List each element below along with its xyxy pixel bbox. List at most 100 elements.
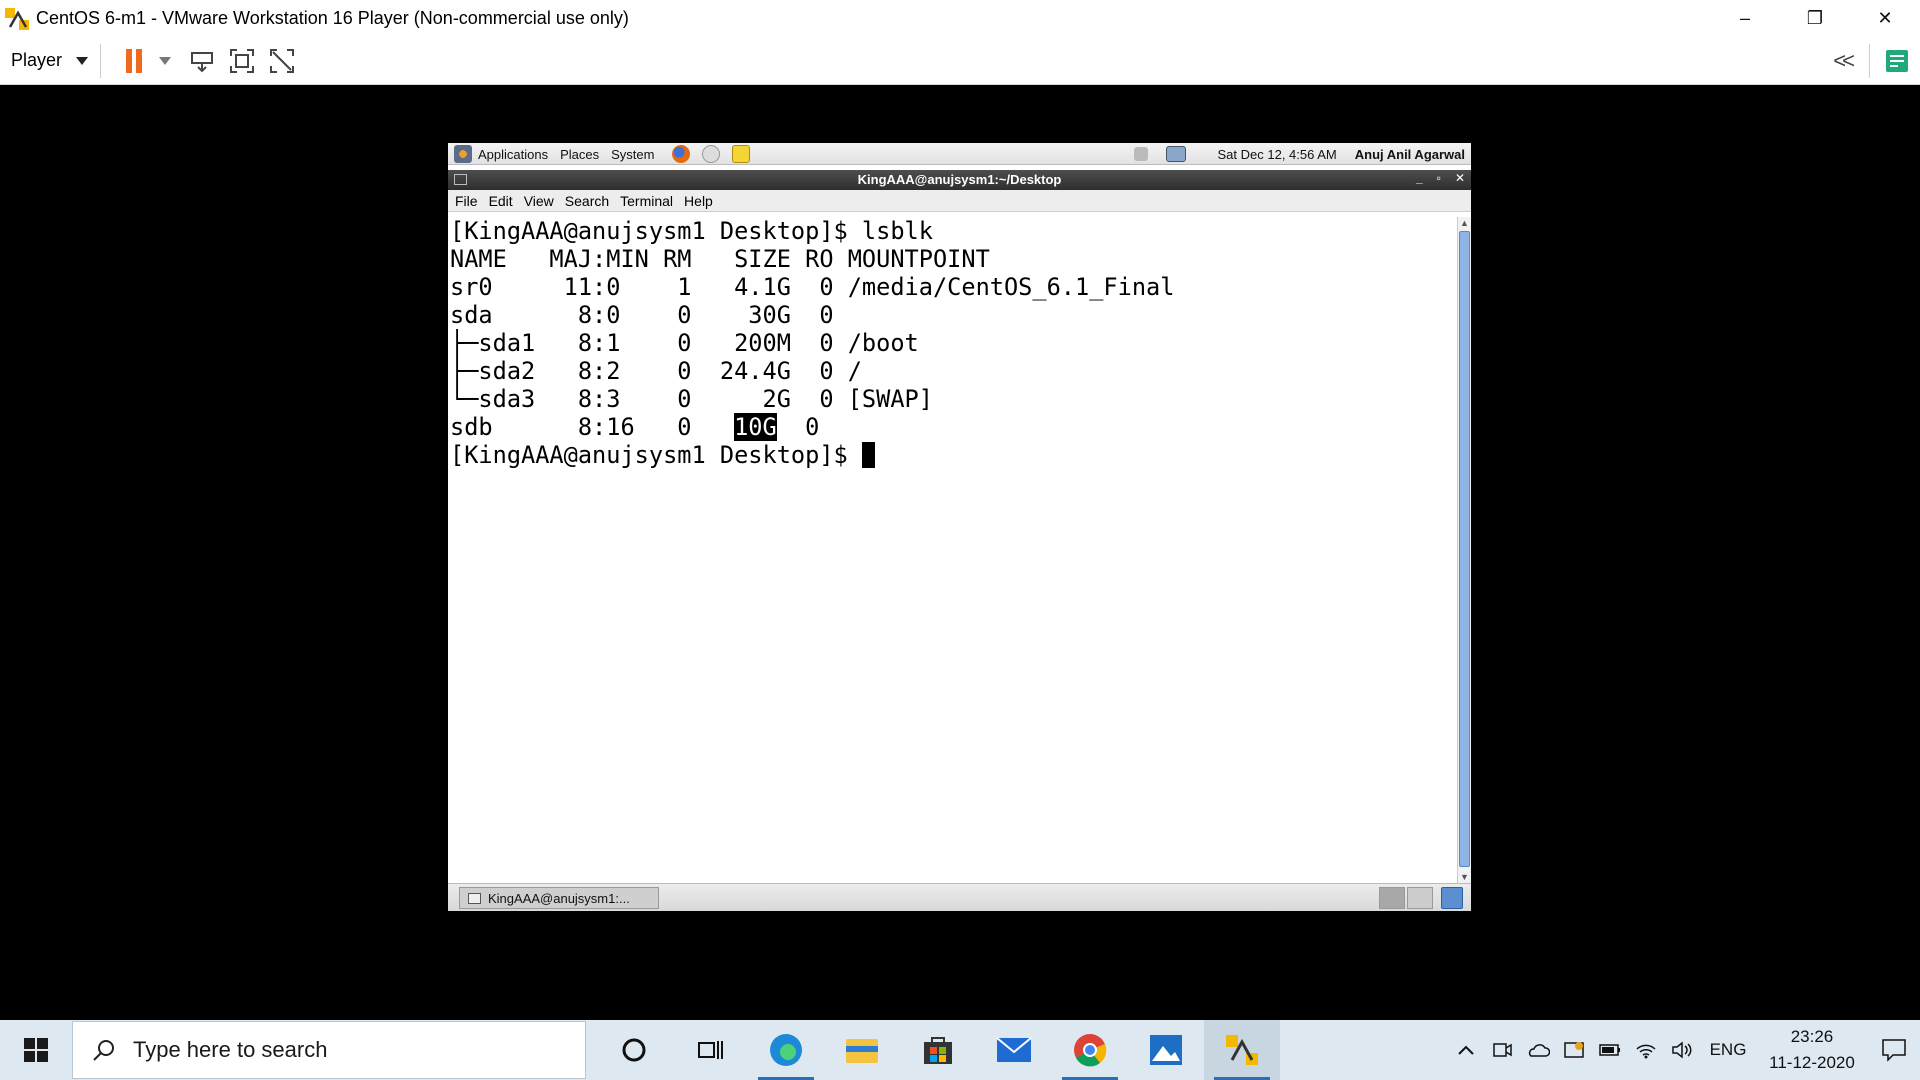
firefox-icon[interactable] xyxy=(672,145,691,163)
onedrive-cloud-icon[interactable] xyxy=(1520,1020,1556,1080)
terminal-minimize-button[interactable]: _ xyxy=(1416,171,1423,185)
workspace-2[interactable] xyxy=(1407,887,1433,909)
volume-icon[interactable] xyxy=(1133,147,1148,161)
applications-menu[interactable]: Applications xyxy=(454,145,548,163)
terminal-titlebar[interactable]: KingAAA@anujsysm1:~/Desktop _ ▫ ✕ xyxy=(448,170,1471,190)
volume-icon[interactable] xyxy=(1664,1020,1700,1080)
terminal-line: sr0 11:0 1 4.1G 0 /media/CentOS_6.1_Fina… xyxy=(450,273,1175,301)
full-screen-button[interactable] xyxy=(225,44,259,78)
scrollbar-thumb[interactable] xyxy=(1459,231,1470,867)
windows-taskbar: Type here to search ENG 23:26 11-12-2020 xyxy=(0,1020,1920,1080)
vmware-titlebar: CentOS 6-m1 - VMware Workstation 16 Play… xyxy=(0,0,1920,37)
gnome-bottom-panel: KingAAA@anujsysm1:... xyxy=(448,883,1471,911)
input-language-indicator[interactable]: ENG xyxy=(1700,1020,1756,1080)
sdb-row-prefix: sdb 8:16 0 xyxy=(450,413,735,441)
gnome-foot-icon xyxy=(454,145,472,163)
toolbar-divider xyxy=(1869,44,1870,78)
keyboard-send-icon xyxy=(191,51,214,72)
scroll-down-arrow-icon[interactable]: ▼ xyxy=(1458,871,1471,883)
vmware-player-icon xyxy=(4,5,32,33)
menu-help[interactable]: Help xyxy=(684,193,713,209)
taskbar-terminal-button[interactable]: KingAAA@anujsysm1:... xyxy=(459,887,659,909)
restore-button[interactable]: ❐ xyxy=(1780,0,1850,37)
chrome-icon xyxy=(1074,1034,1107,1067)
email-client-icon[interactable] xyxy=(702,145,721,163)
guest-screen[interactable]: Applications Places System Sat Dec 12, 4… xyxy=(448,143,1471,911)
workspace-1[interactable] xyxy=(1379,887,1405,909)
store-taskbar-app[interactable] xyxy=(900,1020,976,1080)
send-ctrl-alt-del-button[interactable] xyxy=(185,44,219,78)
menu-edit[interactable]: Edit xyxy=(489,193,513,209)
meet-now-icon[interactable] xyxy=(1484,1020,1520,1080)
show-hidden-icons-chevron-icon[interactable] xyxy=(1448,1020,1484,1080)
scroll-up-arrow-icon[interactable]: ▲ xyxy=(1458,217,1471,229)
player-menu-button[interactable]: Player xyxy=(11,50,89,71)
network-icon[interactable] xyxy=(1165,146,1186,162)
minimize-button[interactable]: – xyxy=(1710,0,1780,37)
folder-icon xyxy=(846,1039,878,1063)
search-icon xyxy=(93,1040,114,1061)
window-title: CentOS 6-m1 - VMware Workstation 16 Play… xyxy=(36,8,629,28)
terminal-line: sda 8:0 0 30G 0 xyxy=(450,301,848,329)
terminal-scrollbar[interactable]: ▲ ▼ xyxy=(1457,217,1471,883)
unity-icon xyxy=(270,48,295,73)
terminal-maximize-button[interactable]: ▫ xyxy=(1437,171,1441,185)
panel-clock[interactable]: Sat Dec 12, 4:56 AM xyxy=(1218,147,1337,162)
start-button[interactable] xyxy=(0,1020,72,1080)
vmware-player-icon xyxy=(1226,1035,1258,1065)
chevron-down-icon xyxy=(76,56,89,65)
cortana-button[interactable] xyxy=(596,1020,672,1080)
taskbar-clock[interactable]: 23:26 11-12-2020 xyxy=(1756,1024,1868,1076)
terminal-line: ├─sda2 8:2 0 24.4G 0 / xyxy=(450,357,862,385)
menu-file[interactable]: File xyxy=(455,193,478,209)
panel-user-name[interactable]: Anuj Anil Agarwal xyxy=(1355,147,1465,162)
task-view-icon xyxy=(698,1041,723,1059)
photos-icon xyxy=(1150,1035,1182,1065)
clock-time: 23:26 xyxy=(1790,1027,1834,1046)
trash-icon[interactable] xyxy=(1441,887,1463,909)
menu-terminal[interactable]: Terminal xyxy=(620,193,673,209)
mail-icon xyxy=(996,1037,1032,1062)
chrome-taskbar-app[interactable] xyxy=(1052,1020,1128,1080)
selected-text[interactable]: 10G xyxy=(734,413,777,441)
terminal-line: NAME MAJ:MIN RM SIZE RO MOUNTPOINT xyxy=(450,245,990,273)
terminal-icon xyxy=(468,892,481,904)
cortana-circle-icon xyxy=(622,1038,646,1062)
taskbar-search-box[interactable]: Type here to search xyxy=(72,1021,586,1079)
menu-view[interactable]: View xyxy=(524,193,554,209)
terminal-line: └─sda3 8:3 0 2G 0 [SWAP] xyxy=(450,385,933,413)
action-center-button[interactable] xyxy=(1868,1020,1920,1080)
close-button[interactable]: ✕ xyxy=(1850,0,1920,37)
text-cursor xyxy=(861,442,875,468)
search-placeholder: Type here to search xyxy=(133,1037,328,1062)
edge-icon xyxy=(770,1034,802,1066)
notification-icon xyxy=(1882,1039,1906,1062)
wifi-icon[interactable] xyxy=(1628,1020,1664,1080)
clock-date: 11-12-2020 xyxy=(1769,1053,1855,1072)
pause-button[interactable] xyxy=(117,44,151,78)
message-log-button[interactable] xyxy=(1880,44,1914,78)
power-options-dropdown[interactable] xyxy=(157,44,173,78)
task-view-button[interactable] xyxy=(672,1020,748,1080)
collapse-toolbar-button[interactable]: << xyxy=(1833,48,1855,74)
unity-mode-button[interactable] xyxy=(265,44,299,78)
applications-menu-label: Applications xyxy=(478,146,549,162)
text-editor-icon[interactable] xyxy=(732,145,751,163)
vmware-taskbar-app[interactable] xyxy=(1204,1020,1280,1080)
terminal-menubar: File Edit View Search Terminal Help xyxy=(448,190,1471,212)
menu-search[interactable]: Search xyxy=(565,193,609,209)
security-alert-icon[interactable] xyxy=(1556,1020,1592,1080)
terminal-output[interactable]: [KingAAA@anujsysm1 Desktop]$ lsblk NAME M… xyxy=(448,217,1456,883)
system-menu[interactable]: System xyxy=(611,147,654,162)
battery-icon[interactable] xyxy=(1592,1020,1628,1080)
file-explorer-taskbar-app[interactable] xyxy=(824,1020,900,1080)
terminal-close-button[interactable]: ✕ xyxy=(1455,171,1465,185)
chevron-down-icon xyxy=(159,56,172,65)
places-menu[interactable]: Places xyxy=(560,147,599,162)
mail-taskbar-app[interactable] xyxy=(976,1020,1052,1080)
terminal-prompt-line: [KingAAA@anujsysm1 Desktop]$ xyxy=(450,441,1456,469)
photos-taskbar-app[interactable] xyxy=(1128,1020,1204,1080)
vmware-toolbar: Player << xyxy=(0,37,1920,85)
edge-taskbar-app[interactable] xyxy=(748,1020,824,1080)
gnome-top-panel: Applications Places System Sat Dec 12, 4… xyxy=(448,143,1471,165)
